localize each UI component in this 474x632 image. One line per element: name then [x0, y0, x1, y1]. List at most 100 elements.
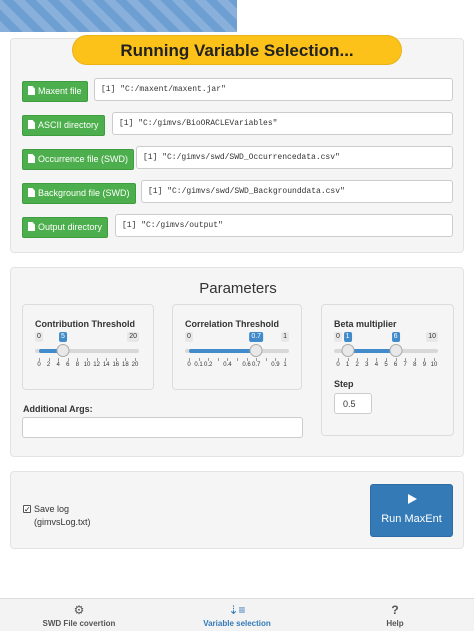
beta-tick — [357, 358, 359, 361]
ascii-directory-button[interactable]: ASCII directory — [22, 115, 105, 136]
progress-bar — [0, 0, 237, 32]
correlation-well: Correlation Threshold 0 1 0.7 0 0.1 0.2 0.4 0.6… — [172, 304, 302, 390]
button-label: Occurrence file (SWD) — [38, 154, 129, 164]
file-icon — [28, 188, 35, 197]
correlation-tick — [208, 358, 210, 361]
beta-tick — [386, 358, 387, 361]
question-icon: ? — [391, 603, 399, 617]
contribution-ticks: 0 2 4 6 8 10 12 14 16 18 20 — [35, 358, 139, 370]
contribution-tick — [48, 358, 50, 361]
contribution-tick-label: 8 — [75, 362, 80, 368]
contribution-tick-label: 10 — [83, 362, 91, 368]
contribution-tick — [39, 358, 40, 361]
beta-tick-label: 10 — [430, 362, 438, 368]
run-panel: ✓ Save log (gimvsLog.txt) Run MaxEnt — [10, 471, 464, 549]
contribution-tick-label: 20 — [131, 362, 139, 368]
nav-label-variable-selection: Variable selection — [203, 619, 271, 628]
beta-label: Beta multiplier — [334, 319, 397, 329]
correlation-tick — [256, 358, 258, 361]
contribution-tick — [125, 358, 127, 361]
files-panel: Directories and Files Maxent file [1] "C… — [10, 38, 464, 253]
background-file-button[interactable]: Background file (SWD) — [22, 183, 136, 204]
beta-slider[interactable]: 0 10 1 6 0 1 2 3 4 5 6 7 8 9 10 — [334, 332, 438, 372]
parameters-title: Parameters — [199, 280, 277, 297]
correlation-ticks: 0 0.1 0.2 0.4 0.6 0.7 0.9 1 — [185, 358, 289, 370]
output-directory-button[interactable]: Output directory — [22, 217, 109, 238]
correlation-tick — [227, 358, 229, 361]
beta-min-label: 0 — [334, 332, 342, 342]
contribution-tick-label: 0 — [37, 362, 41, 368]
contribution-tick-label: 14 — [102, 362, 110, 368]
save-log-checkbox[interactable]: ✓ — [23, 505, 31, 514]
correlation-max-label: 1 — [281, 332, 289, 342]
contribution-tick — [135, 358, 136, 361]
correlation-min-label: 0 — [185, 332, 193, 342]
occurrence-file-button[interactable]: Occurrence file (SWD) — [22, 149, 135, 170]
contribution-tick — [67, 358, 69, 361]
button-label: Maxent file — [38, 86, 82, 96]
correlation-tick-label: 0.2 — [204, 362, 213, 368]
run-maxent-button[interactable]: Run MaxEnt — [370, 484, 453, 537]
file-icon — [28, 154, 35, 163]
occurrence-file-path: [1] "C:/gimvs/swd/SWD_Occurrencedata.csv… — [136, 146, 453, 169]
beta-tick-label: 8 — [413, 362, 417, 368]
beta-tick — [405, 358, 407, 361]
correlation-handle[interactable] — [249, 344, 263, 357]
contribution-handle[interactable] — [56, 344, 70, 357]
file-icon — [28, 222, 35, 231]
additional-args-input[interactable] — [22, 417, 303, 438]
nav-item-swd-conversion[interactable]: ⚙ SWD File covertion — [0, 599, 158, 632]
play-icon — [408, 494, 417, 504]
correlation-slider[interactable]: 0 1 0.7 0 0.1 0.2 0.4 0.6 0.7 0.9 1 — [185, 332, 289, 372]
beta-well: Beta multiplier 0 10 1 6 0 1 2 3 4 5 6 7 8 9 10 Step 0… — [321, 304, 454, 436]
beta-max-label: 10 — [426, 332, 438, 342]
contribution-value-label: 5 — [59, 332, 67, 342]
contribution-tick — [106, 358, 108, 361]
contribution-tick — [96, 358, 98, 361]
beta-tick-label: 7 — [403, 362, 407, 368]
run-maxent-label: Run MaxEnt — [381, 513, 442, 525]
correlation-tick-label: 1 — [283, 362, 287, 368]
correlation-tick — [265, 358, 267, 361]
correlation-tick — [198, 358, 200, 361]
bottom-nav: ⚙ SWD File covertion ⇣≡ Variable selecti… — [0, 598, 474, 631]
button-label: Background file (SWD) — [38, 188, 130, 198]
correlation-tick — [275, 358, 277, 361]
correlation-tick-label: 0.7 — [252, 362, 261, 368]
parameters-panel: Parameters Contribution Threshold 0 20 5 0 2… — [10, 267, 464, 457]
ascii-directory-path: [1] "C:/gimvs/BioORACLEVariables" — [112, 112, 453, 135]
contribution-tick-label: 18 — [122, 362, 129, 368]
beta-tick — [347, 358, 349, 361]
step-input[interactable]: 0.5 — [334, 393, 372, 414]
contribution-tick-label: 16 — [112, 362, 120, 368]
beta-tick-label: 6 — [393, 362, 398, 368]
beta-tick-label: 4 — [374, 362, 379, 368]
contribution-slider[interactable]: 0 20 5 0 2 4 6 8 10 12 14 16 18 20 — [35, 332, 139, 372]
nav-item-variable-selection[interactable]: ⇣≡ Variable selection — [158, 599, 316, 632]
beta-handle[interactable] — [389, 344, 403, 357]
maxent-file-path: [1] "C:/maxent/maxent.jar" — [94, 78, 453, 101]
correlation-label: Correlation Threshold — [185, 319, 280, 329]
correlation-value-label: 0.7 — [249, 332, 264, 342]
correlation-tick-label: 0.1 — [194, 362, 203, 368]
correlation-tick — [217, 358, 219, 361]
maxent-file-button[interactable]: Maxent file — [22, 81, 88, 102]
beta-tick — [376, 358, 378, 361]
contribution-tick — [115, 358, 117, 361]
contribution-tick — [58, 358, 60, 361]
correlation-fill — [189, 349, 257, 353]
beta-value-label: 6 — [391, 332, 400, 342]
beta-tick — [434, 358, 435, 361]
beta-tick-label: 3 — [365, 362, 369, 368]
beta-tick — [424, 358, 426, 361]
contribution-tick-label: 4 — [56, 362, 60, 368]
nav-item-help[interactable]: ? Help — [316, 599, 474, 632]
output-directory-path: [1] "C:/gimvs/output" — [115, 214, 453, 237]
correlation-tick — [189, 358, 190, 361]
sort-icon: ⇣≡ — [228, 603, 246, 617]
contribution-tick-label: 12 — [93, 362, 100, 368]
correlation-tick — [285, 358, 286, 361]
loading-banner: Running Variable Selection... — [72, 35, 402, 65]
correlation-tick-label: 0 — [187, 362, 191, 368]
beta-handle[interactable] — [341, 344, 355, 357]
